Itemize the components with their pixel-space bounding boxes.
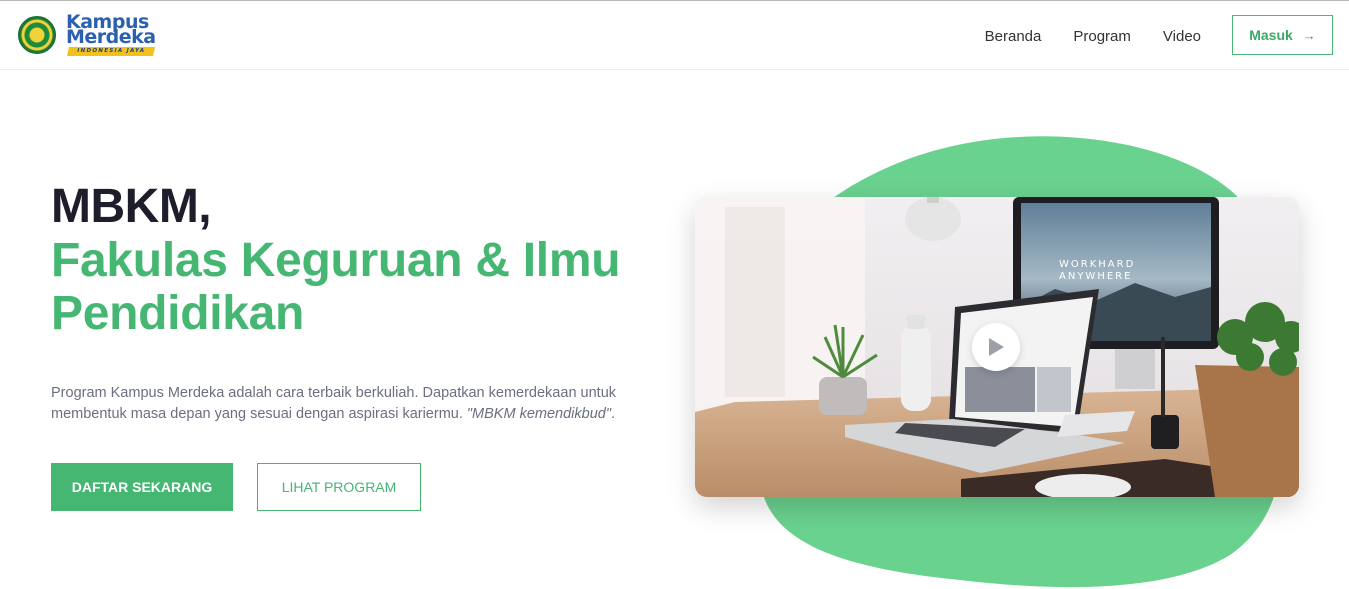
nav-link-video[interactable]: Video — [1163, 28, 1201, 45]
nav-link-beranda[interactable]: Beranda — [985, 28, 1042, 45]
hero-description: Program Kampus Merdeka adalah cara terba… — [51, 383, 641, 425]
hero-title-mbkm: MBKM, — [51, 180, 212, 233]
university-seal-icon — [18, 16, 56, 54]
logo-ribbon: INDONESIA JAYA — [67, 47, 155, 56]
hero-title: MBKM, Fakulas Keguruan & Ilmu Pendidikan — [51, 180, 671, 340]
hero-description-quote: "MBKM kemendikbud" — [466, 406, 611, 422]
hero-title-line-2: Fakulas Keguruan & Ilmu — [51, 234, 621, 287]
monitor-text-2: ANYWHERE — [1059, 271, 1132, 282]
nav-link-program[interactable]: Program — [1073, 28, 1131, 45]
main-nav: Beranda Program Video — [985, 1, 1201, 71]
logo-text-merdeka: Merdeka — [66, 26, 156, 48]
hero-title-line-3: Pendidikan — [51, 287, 305, 340]
login-button-label: Masuk — [1249, 27, 1293, 43]
play-button[interactable] — [972, 323, 1020, 371]
login-button[interactable]: Masuk → — [1232, 15, 1333, 55]
hero-description-end: . — [610, 406, 616, 422]
kampus-merdeka-logo[interactable]: Kampus Merdeka INDONESIA JAYA — [18, 12, 158, 60]
view-program-button[interactable]: LIHAT PROGRAM — [257, 463, 421, 511]
navbar: Kampus Merdeka INDONESIA JAYA Beranda Pr… — [0, 0, 1349, 70]
play-icon — [989, 338, 1004, 356]
arrow-right-icon: → — [1302, 27, 1316, 43]
hero-title-line-1: MBKM, — [51, 180, 215, 234]
register-now-button[interactable]: DAFTAR SEKARANG — [51, 463, 233, 511]
monitor-text-1: WORKHARD — [1059, 259, 1135, 270]
